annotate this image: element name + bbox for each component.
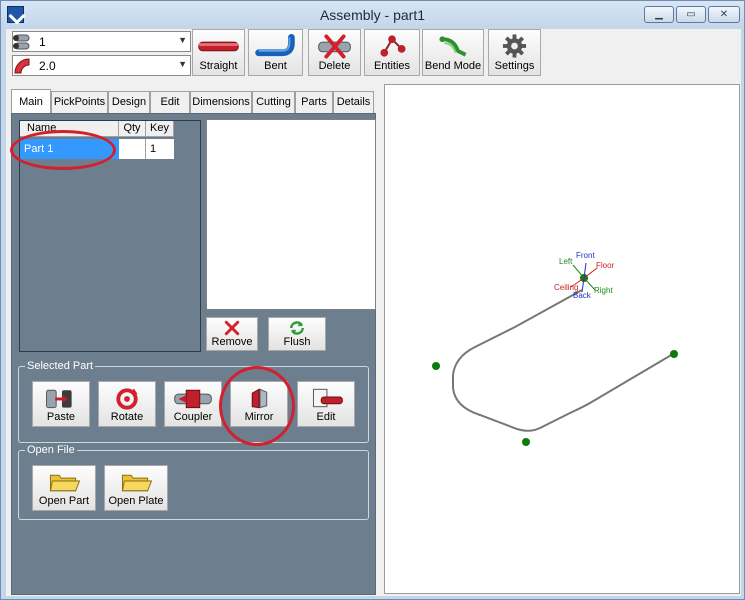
delete-button[interactable]: Delete xyxy=(308,29,361,76)
tab-design[interactable]: Design xyxy=(108,91,150,113)
chevron-down-icon: ▼ xyxy=(178,59,187,69)
edit-label: Edit xyxy=(316,411,336,423)
selected-part-group: Selected Part Paste Rotate Coupler Mirro… xyxy=(18,359,369,443)
flush-button[interactable]: Flush xyxy=(268,317,326,351)
table-row[interactable]: Part 1 1 xyxy=(20,139,174,159)
pick-point[interactable] xyxy=(432,362,440,370)
open-file-group: Open File Open Part Open Plate xyxy=(18,443,369,520)
chevron-down-icon: ▼ xyxy=(178,35,187,45)
bend-mode-icon xyxy=(439,36,467,57)
gear-icon xyxy=(502,34,527,58)
bent-button[interactable]: Bent xyxy=(248,29,303,76)
parts-grid[interactable]: Name Qty Key Part 1 1 xyxy=(19,120,201,352)
restore-button[interactable]: ▭ xyxy=(676,6,706,23)
entity-list[interactable] xyxy=(206,119,376,310)
straight-button[interactable]: Straight xyxy=(192,29,245,76)
minimize-icon: ▁ xyxy=(655,9,663,20)
main-tab-panel: Name Qty Key Part 1 1 Remove Flush Selec… xyxy=(10,113,376,595)
entities-icon xyxy=(380,35,406,57)
paste-icon xyxy=(46,389,72,409)
paste-button[interactable]: Paste xyxy=(32,381,90,427)
parts-grid-header: Name Qty Key xyxy=(20,121,174,137)
orientation-label-floor: Floor xyxy=(596,261,615,270)
open-plate-button[interactable]: Open Plate xyxy=(104,465,168,511)
mirror-label: Mirror xyxy=(244,411,274,423)
folder-open-icon xyxy=(49,474,81,492)
bend-radius-select[interactable]: 2.0 ▼ xyxy=(12,55,191,76)
part-key-cell[interactable]: 1 xyxy=(146,139,174,159)
tab-dimensions[interactable]: Dimensions xyxy=(190,91,252,113)
bend-radius-icon xyxy=(14,58,30,74)
pick-point[interactable] xyxy=(522,438,530,446)
bend-mode-button[interactable]: Bend Mode xyxy=(422,29,484,76)
close-icon: ✕ xyxy=(719,9,729,20)
orientation-label-left: Left xyxy=(559,257,573,266)
paste-label: Paste xyxy=(46,411,76,423)
open-part-label: Open Part xyxy=(38,495,90,507)
coupler-icon xyxy=(174,389,212,409)
part-name-cell[interactable]: Part 1 xyxy=(20,139,119,159)
column-key[interactable]: Key xyxy=(146,121,174,137)
tab-parts[interactable]: Parts xyxy=(295,91,333,113)
orientation-label-right: Right xyxy=(594,286,613,295)
selected-part-title: Selected Part xyxy=(25,359,96,373)
tab-main[interactable]: Main xyxy=(11,89,51,113)
part-qty-cell[interactable] xyxy=(119,139,146,159)
remove-icon xyxy=(224,320,240,336)
bend-mode-label: Bend Mode xyxy=(424,60,482,72)
settings-button[interactable]: Settings xyxy=(488,29,541,76)
refresh-icon xyxy=(290,321,304,335)
edit-button[interactable]: Edit xyxy=(297,381,355,427)
coupler-label: Coupler xyxy=(173,411,213,423)
open-part-button[interactable]: Open Part xyxy=(32,465,96,511)
delete-icon xyxy=(318,34,351,59)
bent-pipe-icon xyxy=(255,33,295,57)
settings-label: Settings xyxy=(494,60,535,72)
open-file-title: Open File xyxy=(25,443,77,457)
tab-cutting[interactable]: Cutting xyxy=(252,91,295,113)
open-plate-label: Open Plate xyxy=(108,495,164,507)
3d-viewport[interactable]: Front Left Floor Ceiling Right Back xyxy=(384,84,740,594)
entities-button[interactable]: Entities xyxy=(364,29,420,76)
pipe-count-value: 1 xyxy=(39,35,46,49)
coupler-button[interactable]: Coupler xyxy=(164,381,222,427)
mirror-icon xyxy=(251,388,268,409)
minimize-button[interactable]: ▁ xyxy=(644,6,674,23)
restore-icon: ▭ xyxy=(686,9,696,20)
tab-details[interactable]: Details xyxy=(333,91,374,113)
tab-edit[interactable]: Edit xyxy=(150,91,190,113)
straight-pipe-icon xyxy=(198,41,239,52)
mirror-button[interactable]: Mirror xyxy=(230,381,288,427)
folder-open-icon xyxy=(121,474,153,492)
assembly-window: Assembly - part1 ▁ ▭ ✕ 1 ▼ 2.0 ▼ Straigh… xyxy=(0,0,745,600)
remove-button[interactable]: Remove xyxy=(206,317,258,351)
client-area: 1 ▼ 2.0 ▼ Straight Bent Delete Entities … xyxy=(6,29,741,596)
delete-label: Delete xyxy=(318,60,351,72)
flush-label: Flush xyxy=(283,336,311,348)
orientation-label-front: Front xyxy=(576,251,595,260)
rotate-label: Rotate xyxy=(110,411,144,423)
bent-label: Bent xyxy=(264,60,287,72)
tab-pickpoints[interactable]: PickPoints xyxy=(51,91,108,113)
bend-radius-value: 2.0 xyxy=(39,59,56,73)
rotate-icon xyxy=(116,388,138,410)
close-button[interactable]: ✕ xyxy=(708,6,740,23)
entities-label: Entities xyxy=(373,60,411,72)
pipe-count-select[interactable]: 1 ▼ xyxy=(12,31,191,52)
remove-label: Remove xyxy=(211,336,253,348)
window-title: Assembly - part1 xyxy=(319,7,426,23)
title-bar: Assembly - part1 ▁ ▭ ✕ xyxy=(1,1,744,29)
pipe-count-icon xyxy=(13,34,30,50)
column-qty[interactable]: Qty xyxy=(119,121,146,137)
edit-icon xyxy=(312,388,343,408)
pipe-drawing xyxy=(432,262,678,446)
rotate-button[interactable]: Rotate xyxy=(98,381,156,427)
straight-label: Straight xyxy=(199,60,238,72)
orientation-label-back: Back xyxy=(573,291,591,300)
column-name[interactable]: Name xyxy=(20,121,119,137)
pick-point[interactable] xyxy=(670,350,678,358)
